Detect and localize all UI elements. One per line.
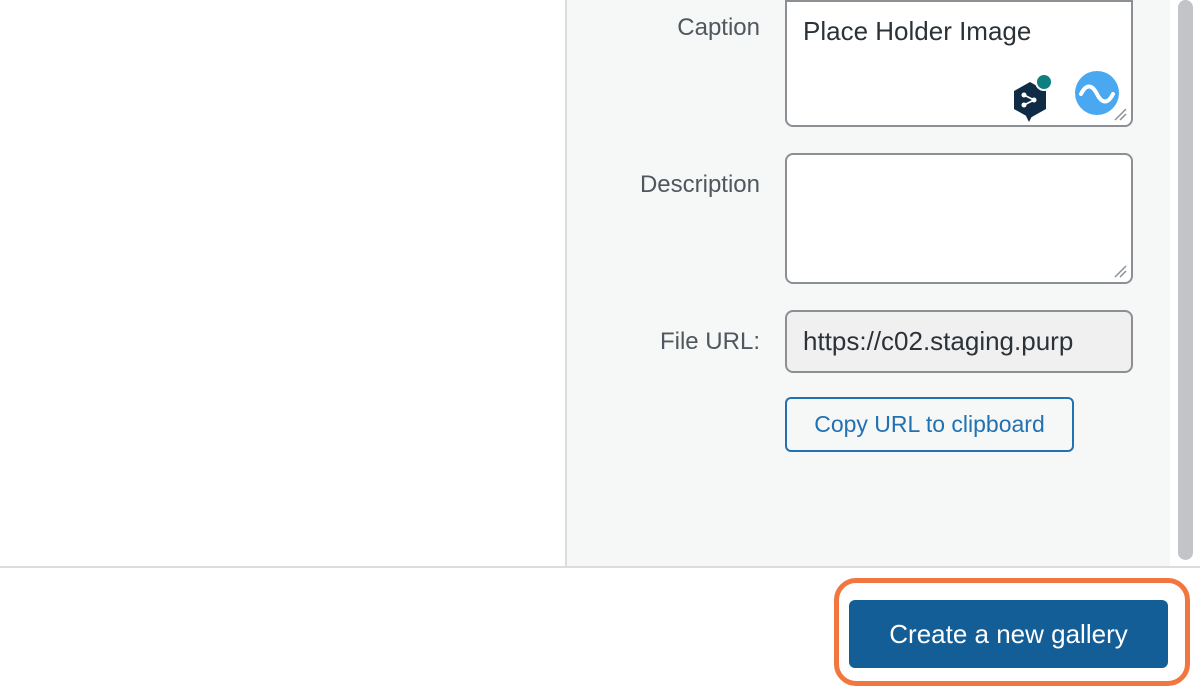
- description-label: Description: [639, 171, 760, 198]
- file-url-input[interactable]: https://c02.staging.purp: [785, 310, 1133, 373]
- languagetool-icon[interactable]: [1074, 70, 1120, 116]
- caption-label: Caption: [677, 14, 760, 41]
- scrollbar-thumb[interactable]: [1178, 0, 1193, 560]
- deepl-icon[interactable]: [1010, 72, 1058, 124]
- resize-grip-icon[interactable]: [1113, 264, 1127, 278]
- file-url-label: File URL:: [659, 328, 760, 355]
- copy-url-button[interactable]: Copy URL to clipboard: [785, 397, 1074, 452]
- caption-value: Place Holder Image: [803, 16, 1032, 46]
- description-textarea[interactable]: [785, 153, 1133, 284]
- attachments-browser: [0, 0, 565, 566]
- toolbar-divider: [0, 566, 1200, 568]
- create-gallery-button[interactable]: Create a new gallery: [849, 600, 1168, 668]
